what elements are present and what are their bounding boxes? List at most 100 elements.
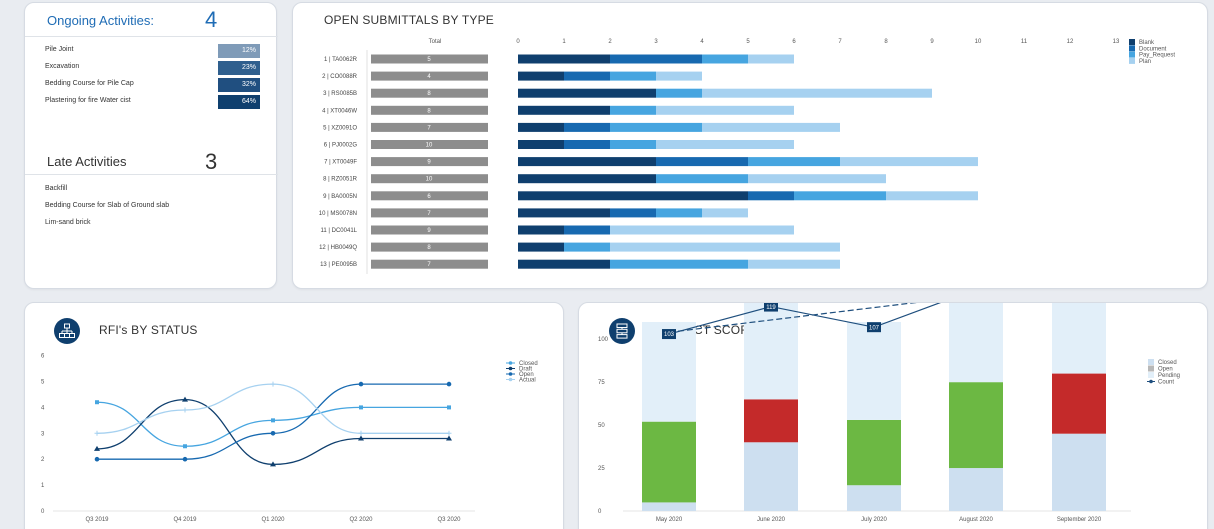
legend-marker	[1149, 379, 1153, 384]
x-tick-label: 7	[838, 39, 842, 45]
series-point	[94, 430, 100, 436]
x-tick-label: 13	[1113, 39, 1120, 45]
series-point	[358, 381, 364, 387]
stack-segment	[748, 191, 794, 201]
x-tick-label: 10	[975, 39, 982, 45]
stack-segment	[794, 191, 886, 201]
stack-segment	[518, 259, 610, 269]
stack-segment	[564, 242, 610, 252]
row-label: 7 | XT0049F	[324, 160, 357, 166]
activities-card: Ongoing Activities: 4 Pile Joint 12% Exc…	[24, 2, 278, 289]
bar-closed	[642, 502, 696, 511]
x-tick-label: September 2020	[1057, 517, 1102, 523]
y-tick-label: 5	[41, 380, 45, 386]
stack-segment	[518, 208, 610, 218]
stack-segment	[656, 88, 702, 98]
bar-closed	[847, 485, 901, 511]
rfi-chart: 0 1 2 3 4 5 6 Q3 2019 Q4 2019 Q1 2020 Q2 2020 Q3 20…	[41, 354, 538, 523]
bar-open	[847, 419, 901, 486]
late-count: 3	[205, 149, 218, 174]
legend-swatch	[1148, 365, 1154, 372]
stack-segment	[702, 208, 748, 218]
stack-segment	[656, 208, 702, 218]
count-label: 103	[664, 332, 675, 338]
x-tick-label: Q3 2019	[85, 517, 109, 523]
count-label: 107	[869, 325, 880, 331]
row-label: 11 | DC0041L	[321, 228, 358, 234]
y-tick-label: 4	[41, 405, 45, 411]
legend-swatch	[1148, 359, 1154, 365]
ongoing-title: Ongoing Activities:	[47, 13, 154, 28]
bar-open	[642, 421, 696, 503]
x-tick-label: June 2020	[757, 517, 786, 523]
row-label: 13 | PE0095B	[320, 262, 357, 268]
series-point	[358, 430, 364, 436]
stack-segment	[610, 225, 794, 235]
legend-label: Pay_Request	[1139, 53, 1175, 59]
legend-swatch	[1148, 372, 1154, 378]
legend-label: Closed	[1158, 360, 1177, 366]
row-label: 5 | XZ0091O	[323, 125, 357, 131]
x-tick-label: August 2020	[959, 517, 993, 523]
stack-segment	[610, 208, 656, 218]
legend-marker	[508, 361, 513, 365]
bar-pending	[1052, 303, 1106, 374]
legend-label: Actual	[519, 378, 536, 384]
ongoing-item-value: 12%	[218, 44, 260, 58]
y-tick-label: 0	[598, 509, 602, 515]
stack-segment	[840, 157, 978, 167]
ongoing-item-value: 32%	[218, 78, 260, 92]
x-tick-label: Q2 2020	[349, 517, 373, 523]
y-tick-label: 100	[598, 337, 609, 343]
rfi-card: RFI's BY STATUS 0 1 2 3 4 5 6 Q3 2019 Q4 2019 Q1 …	[24, 302, 564, 529]
total-value: 10	[426, 143, 433, 149]
submittals-card: OPEN SUBMITTALS BY TYPE Total 0 1 2 3 4 5 6 7 8 9 1…	[292, 2, 1208, 289]
ongoing-item-label: Pile Joint	[45, 46, 74, 53]
scorecard-card: PROJECT SCORECARD 0255075100125150May 20…	[578, 302, 1208, 529]
submittals-chart: Total 0 1 2 3 4 5 6 7 8 9 10 11 12 131 | TA0062R 52 | C…	[319, 39, 1175, 274]
x-tick-label: Q1 2020	[261, 517, 285, 523]
row-label: 9 | BA0005N	[323, 194, 357, 200]
stack-segment	[656, 105, 794, 115]
bar-pending	[949, 303, 1003, 383]
row-label: 10 | MS0078N	[319, 211, 357, 217]
series-point	[270, 381, 276, 387]
late-title: Late Activities	[47, 154, 127, 169]
stack-segment	[564, 71, 610, 81]
late-item: Lim-sand brick	[45, 219, 91, 226]
series-line	[96, 401, 449, 447]
stack-segment	[610, 71, 656, 81]
x-tick-label: May 2020	[656, 517, 683, 523]
row-label: 8 | RZ0051R	[323, 177, 358, 183]
total-value: 10	[426, 177, 433, 183]
series-point	[182, 407, 188, 413]
stack-segment	[518, 71, 564, 81]
stack-segment	[610, 105, 656, 115]
bar-pending	[847, 322, 901, 420]
total-header: Total	[429, 39, 442, 45]
count-label: 119	[766, 305, 776, 311]
legend-marker	[508, 372, 513, 376]
ongoing-item-value: 23%	[218, 61, 260, 75]
y-tick-label: 0	[41, 509, 45, 515]
series-point	[446, 381, 452, 387]
y-tick-label: 6	[41, 354, 45, 360]
stack-segment	[656, 157, 748, 167]
y-tick-label: 75	[598, 380, 605, 386]
legend-label: Document	[1139, 46, 1167, 52]
stack-segment	[610, 140, 656, 149]
bar-closed	[744, 442, 798, 511]
stack-segment	[518, 225, 564, 235]
stack-segment	[518, 157, 656, 167]
y-tick-label: 2	[41, 457, 45, 463]
stack-segment	[748, 54, 794, 64]
x-tick-label: July 2020	[861, 517, 887, 523]
stack-segment	[610, 122, 702, 132]
x-tick-label: 6	[792, 39, 796, 45]
bar-open	[744, 399, 798, 443]
x-tick-label: Q3 2020	[437, 517, 461, 523]
series-point	[447, 405, 451, 410]
stack-segment	[702, 122, 840, 132]
y-tick-label: 25	[598, 466, 605, 472]
x-tick-label: 2	[608, 39, 612, 45]
